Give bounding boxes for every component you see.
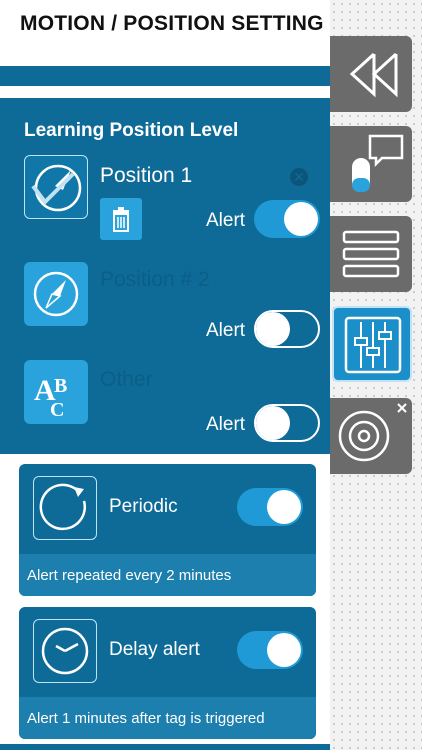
position-1-compass-check-icon[interactable]	[24, 155, 88, 219]
delay-title: Delay alert	[109, 639, 200, 660]
svg-text:C: C	[50, 399, 64, 421]
clock-icon	[33, 619, 97, 683]
page-title: MOTION / POSITION SETTING	[20, 12, 324, 35]
other-alert-toggle[interactable]	[254, 404, 320, 442]
delete-button[interactable]	[100, 198, 142, 240]
position-2-compass-icon[interactable]	[24, 262, 88, 326]
back-button[interactable]	[330, 36, 412, 112]
position-1-alert-label: Alert	[206, 210, 246, 231]
target-icon	[338, 403, 407, 462]
periodic-card: Periodic Alert repeated every 2 minutes	[19, 464, 316, 596]
periodic-title: Periodic	[109, 496, 178, 517]
position-2-alert-label: Alert	[206, 320, 246, 341]
delay-note: Alert 1 minutes after tag is triggered	[27, 710, 265, 727]
delay-toggle[interactable]	[237, 631, 303, 669]
refresh-icon	[33, 476, 97, 540]
other-abc-icon[interactable]: A B C	[24, 360, 88, 424]
sliders-icon	[344, 316, 402, 374]
delay-card: Delay alert Alert 1 minutes after tag is…	[19, 607, 316, 739]
close-icon[interactable]: ✕	[290, 168, 308, 186]
position-1-alert-toggle[interactable]	[254, 200, 320, 238]
position-2-alert-toggle[interactable]	[254, 310, 320, 348]
chat-tag-icon	[352, 134, 404, 192]
other-alert-label: Alert	[206, 414, 246, 435]
target-button[interactable]	[330, 398, 412, 474]
menu-button[interactable]	[330, 216, 412, 292]
position-1-label[interactable]: Position 1	[100, 164, 192, 188]
menu-list-icon	[342, 230, 400, 278]
position-2-label[interactable]: Position # 2	[100, 268, 210, 292]
periodic-toggle[interactable]	[237, 488, 303, 526]
svg-text:B: B	[54, 375, 67, 397]
header-divider-bar	[0, 66, 330, 86]
other-label[interactable]: Other	[100, 368, 153, 392]
periodic-note: Alert repeated every 2 minutes	[27, 567, 232, 584]
back-arrows-icon	[349, 52, 398, 98]
trash-icon	[113, 207, 129, 232]
section-title: Learning Position Level	[24, 120, 239, 141]
bottom-bar	[0, 744, 330, 750]
settings-sliders-button[interactable]	[332, 306, 412, 382]
chat-tag-button[interactable]	[330, 126, 412, 202]
